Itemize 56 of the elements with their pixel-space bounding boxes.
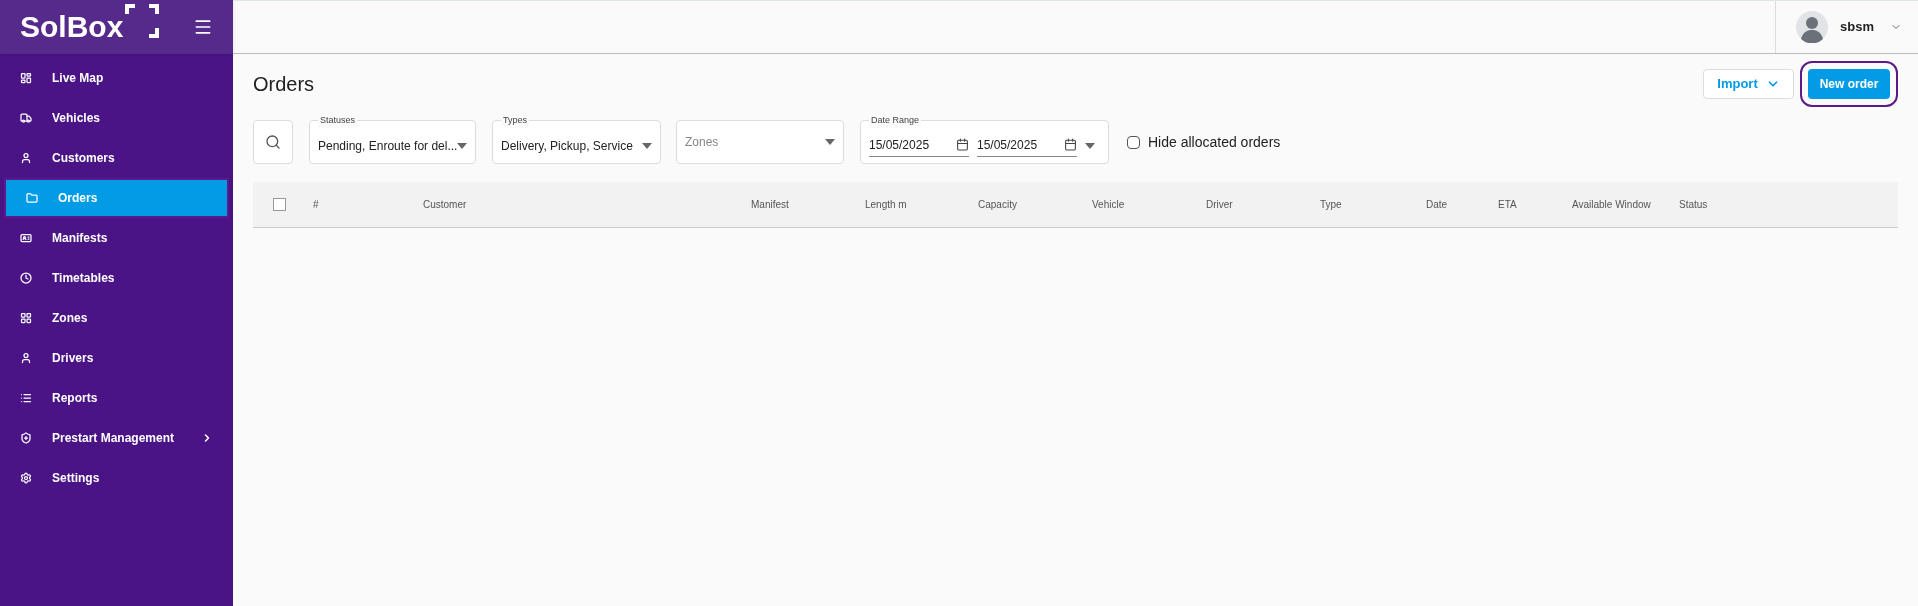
truck-icon (20, 112, 32, 124)
date-input[interactable]: 15/05/2025 (977, 135, 1077, 157)
search-button[interactable] (253, 120, 293, 164)
column-header: Manifest (751, 198, 789, 212)
nav-item[interactable]: Live Map (0, 58, 233, 98)
list-icon (20, 392, 32, 404)
nav-item[interactable]: Timetables (0, 258, 233, 298)
nav-item[interactable]: Reports (0, 378, 233, 418)
checkbox[interactable] (1127, 135, 1140, 149)
person-icon (20, 352, 32, 364)
column-header: Capacity (978, 198, 1017, 212)
column-header: Driver (1206, 198, 1233, 212)
nav-item[interactable]: Vehicles (0, 98, 233, 138)
nav-item[interactable]: Drivers (0, 338, 233, 378)
date-input[interactable]: 15/05/2025 (869, 135, 969, 157)
person-icon (20, 152, 32, 164)
page-title: Orders (253, 72, 315, 97)
nav-item[interactable]: Prestart Management (0, 418, 233, 458)
column-header: # (313, 198, 319, 212)
column-header: Available Window (1572, 198, 1651, 212)
nav-item[interactable]: Zones (0, 298, 233, 338)
grid-icon (20, 312, 32, 324)
column-header: Vehicle (1092, 198, 1125, 212)
caret-icon (1085, 143, 1095, 149)
avatar-icon (1796, 11, 1829, 43)
column-header: Length m (865, 198, 907, 212)
calendar-icon (956, 138, 969, 151)
dashboard-icon (20, 72, 32, 84)
menu-button[interactable] (193, 17, 213, 37)
card-icon (20, 232, 32, 244)
column-header: Status (1679, 198, 1708, 212)
column-header: ETA (1498, 198, 1517, 212)
logo: SolBox (20, 12, 124, 42)
zones-select[interactable]: Zones (676, 120, 844, 164)
nav-item[interactable]: Settings (0, 458, 233, 498)
search-icon (265, 134, 281, 150)
user-menu[interactable]: sbsm (1775, 1, 1918, 53)
caret-icon (825, 139, 835, 145)
clock-icon (20, 272, 32, 284)
field-label: Statuses (318, 114, 358, 128)
column-header: Date (1426, 198, 1448, 212)
shield-icon (20, 432, 32, 444)
column-header: Type (1320, 198, 1342, 212)
folder-icon (26, 192, 38, 204)
checkbox-label: Hide allocated orders (1148, 132, 1281, 152)
logo-bracket-icon (125, 4, 160, 38)
nav-item[interactable]: Manifests (0, 218, 233, 258)
caret-icon (642, 143, 652, 149)
field-label: Types (501, 114, 529, 128)
nav-item[interactable]: Customers (0, 138, 233, 178)
checkbox[interactable] (273, 198, 286, 211)
calendar-icon (1064, 138, 1077, 151)
column-header: Customer (423, 198, 467, 212)
field-label: Date Range (869, 114, 922, 128)
caret-icon (457, 143, 468, 149)
settings-icon (20, 472, 32, 484)
